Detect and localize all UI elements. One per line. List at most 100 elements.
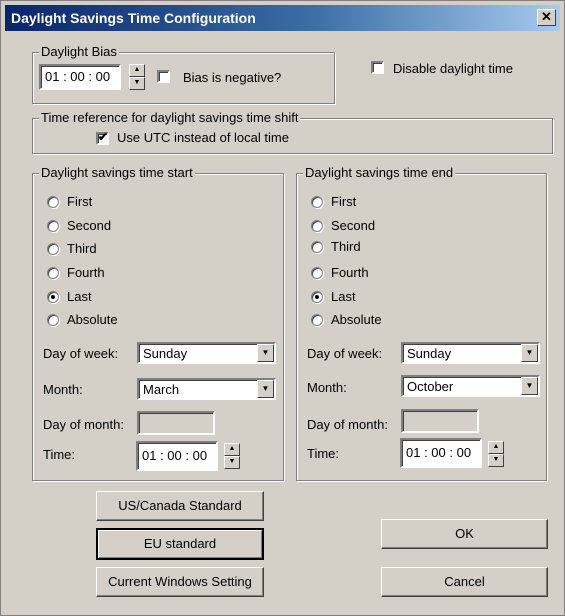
dst-end-month-value: October (407, 379, 454, 394)
dst-start-day-of-month-field[interactable] (137, 411, 215, 435)
dst-start-radio-third[interactable] (47, 243, 59, 255)
dst-end-label-third: Third (331, 239, 361, 254)
dst-end-day-of-month-label: Day of month: (307, 417, 388, 432)
daylight-bias-legend: Daylight Bias (39, 44, 119, 59)
dst-start-month-value: March (143, 382, 180, 397)
current-windows-setting-button[interactable]: Current Windows Setting (96, 567, 264, 597)
dst-end-month-label: Month: (307, 380, 347, 395)
dst-start-radio-second[interactable] (47, 220, 59, 232)
bias-time-field[interactable]: 01 : 00 : 00 (39, 64, 121, 90)
disable-daylight-checkbox[interactable] (371, 61, 384, 74)
bias-time-value: 01 : 00 : 00 (45, 69, 111, 84)
dst-start-day-of-week-label: Day of week: (43, 346, 119, 361)
eu-standard-label: EU standard (143, 536, 217, 551)
use-utc-label: Use UTC instead of local time (117, 130, 289, 145)
close-icon: ✕ (541, 9, 552, 24)
us-canada-standard-button[interactable]: US/Canada Standard (96, 491, 264, 521)
dst-start-month-label: Month: (43, 382, 83, 397)
dst-end-time-spin-down[interactable]: ▼ (488, 454, 504, 467)
dst-end-radio-second[interactable] (311, 220, 323, 232)
dst-end-label-second: Second (331, 218, 376, 233)
dst-start-label-first: First (67, 194, 93, 209)
dst-start-time-spinner: ▲ ▼ (224, 443, 240, 469)
dst-start-time-spin-up[interactable]: ▲ (224, 443, 240, 456)
dst-end-time-spin-up[interactable]: ▲ (488, 441, 504, 454)
dst-end-radio-first[interactable] (311, 196, 323, 208)
dst-end-legend: Daylight savings time end (303, 165, 456, 180)
cancel-label: Cancel (444, 574, 485, 589)
dialog-window: Daylight Savings Time Configuration ✕ Da… (0, 0, 565, 616)
dst-start-radio-last[interactable] (47, 291, 59, 303)
spin-up-icon: ▲ (492, 443, 500, 450)
dropdown-arrow-icon: ▼ (261, 348, 270, 357)
dst-start-label-third: Third (67, 241, 97, 256)
dst-end-day-of-month-field[interactable] (401, 409, 479, 433)
dst-end-label-absolute: Absolute (331, 312, 382, 327)
dst-start-time-spin-down[interactable]: ▼ (224, 456, 240, 469)
close-button[interactable]: ✕ (537, 9, 556, 26)
spin-up-icon: ▲ (228, 445, 236, 452)
us-canada-standard-label: US/Canada Standard (118, 498, 242, 513)
dst-end-day-of-week-label: Day of week: (307, 346, 383, 361)
dst-start-day-of-month-label: Day of month: (43, 417, 124, 432)
dropdown-arrow-icon: ▼ (525, 381, 534, 390)
current-windows-setting-label: Current Windows Setting (108, 574, 252, 589)
use-utc-checkbox[interactable]: ✔ (96, 130, 109, 145)
spin-down-icon: ▼ (228, 458, 236, 465)
chevron-down-icon[interactable]: ▼ (257, 380, 274, 398)
dst-start-day-of-week-select[interactable]: Sunday ▼ (137, 342, 276, 364)
dropdown-arrow-icon: ▼ (525, 348, 534, 357)
ok-button[interactable]: OK (381, 519, 548, 549)
dst-end-day-of-week-value: Sunday (407, 346, 452, 361)
chevron-down-icon[interactable]: ▼ (521, 344, 538, 362)
dst-end-label-last: Last (331, 289, 356, 304)
eu-standard-button[interactable]: EU standard (96, 528, 264, 560)
dst-end-radio-last[interactable] (311, 291, 323, 303)
dst-start-label-fourth: Fourth (67, 265, 105, 280)
dst-end-label-first: First (331, 194, 357, 209)
spin-down-icon: ▼ (133, 79, 141, 86)
dst-end-radio-fourth[interactable] (311, 267, 323, 279)
dst-start-month-select[interactable]: March ▼ (137, 378, 276, 400)
dst-end-radio-absolute[interactable] (311, 314, 323, 326)
dst-start-radio-absolute[interactable] (47, 314, 59, 326)
dst-start-time-label: Time: (43, 447, 76, 462)
time-reference-legend: Time reference for daylight savings time… (39, 110, 301, 125)
dst-start-legend: Daylight savings time start (39, 165, 195, 180)
time-reference-group: Time reference for daylight savings time… (32, 110, 553, 154)
window-title: Daylight Savings Time Configuration (11, 10, 256, 26)
dst-end-time-spinner: ▲ ▼ (488, 441, 504, 467)
dst-end-label-fourth: Fourth (331, 265, 369, 280)
bias-negative-label: Bias is negative? (183, 70, 282, 85)
dst-end-month-select[interactable]: October ▼ (401, 375, 540, 397)
dst-start-label-absolute: Absolute (67, 312, 118, 327)
cancel-button[interactable]: Cancel (381, 567, 548, 597)
bias-spin-up[interactable]: ▲ (129, 64, 145, 77)
title-bar[interactable]: Daylight Savings Time Configuration ✕ (5, 5, 560, 31)
dst-end-time-label: Time: (307, 446, 340, 461)
dst-end-radio-third[interactable] (311, 241, 323, 253)
disable-daylight-label: Disable daylight time (393, 61, 513, 76)
dst-start-time-field[interactable]: 01 : 00 : 00 (136, 441, 218, 471)
dst-end-day-of-week-select[interactable]: Sunday ▼ (401, 342, 540, 364)
chevron-down-icon[interactable]: ▼ (257, 344, 274, 362)
dst-start-time-value: 01 : 00 : 00 (142, 448, 208, 463)
bias-spin-down[interactable]: ▼ (129, 77, 145, 90)
dropdown-arrow-icon: ▼ (261, 384, 270, 393)
bias-spinner: ▲ ▼ (129, 64, 145, 90)
bias-negative-checkbox[interactable] (157, 70, 170, 83)
dst-end-time-value: 01 : 00 : 00 (406, 445, 472, 460)
dst-start-radio-fourth[interactable] (47, 267, 59, 279)
dst-end-time-field[interactable]: 01 : 00 : 00 (400, 438, 482, 468)
dst-start-day-of-week-value: Sunday (143, 346, 188, 361)
check-icon: ✔ (98, 130, 109, 144)
chevron-down-icon[interactable]: ▼ (521, 377, 538, 395)
spin-down-icon: ▼ (492, 456, 500, 463)
radio-selected-dot (315, 295, 319, 299)
radio-selected-dot (51, 295, 55, 299)
spin-up-icon: ▲ (133, 66, 141, 73)
dst-start-label-second: Second (67, 218, 112, 233)
dst-start-radio-first[interactable] (47, 196, 59, 208)
ok-label: OK (455, 526, 474, 541)
dst-start-label-last: Last (67, 289, 92, 304)
